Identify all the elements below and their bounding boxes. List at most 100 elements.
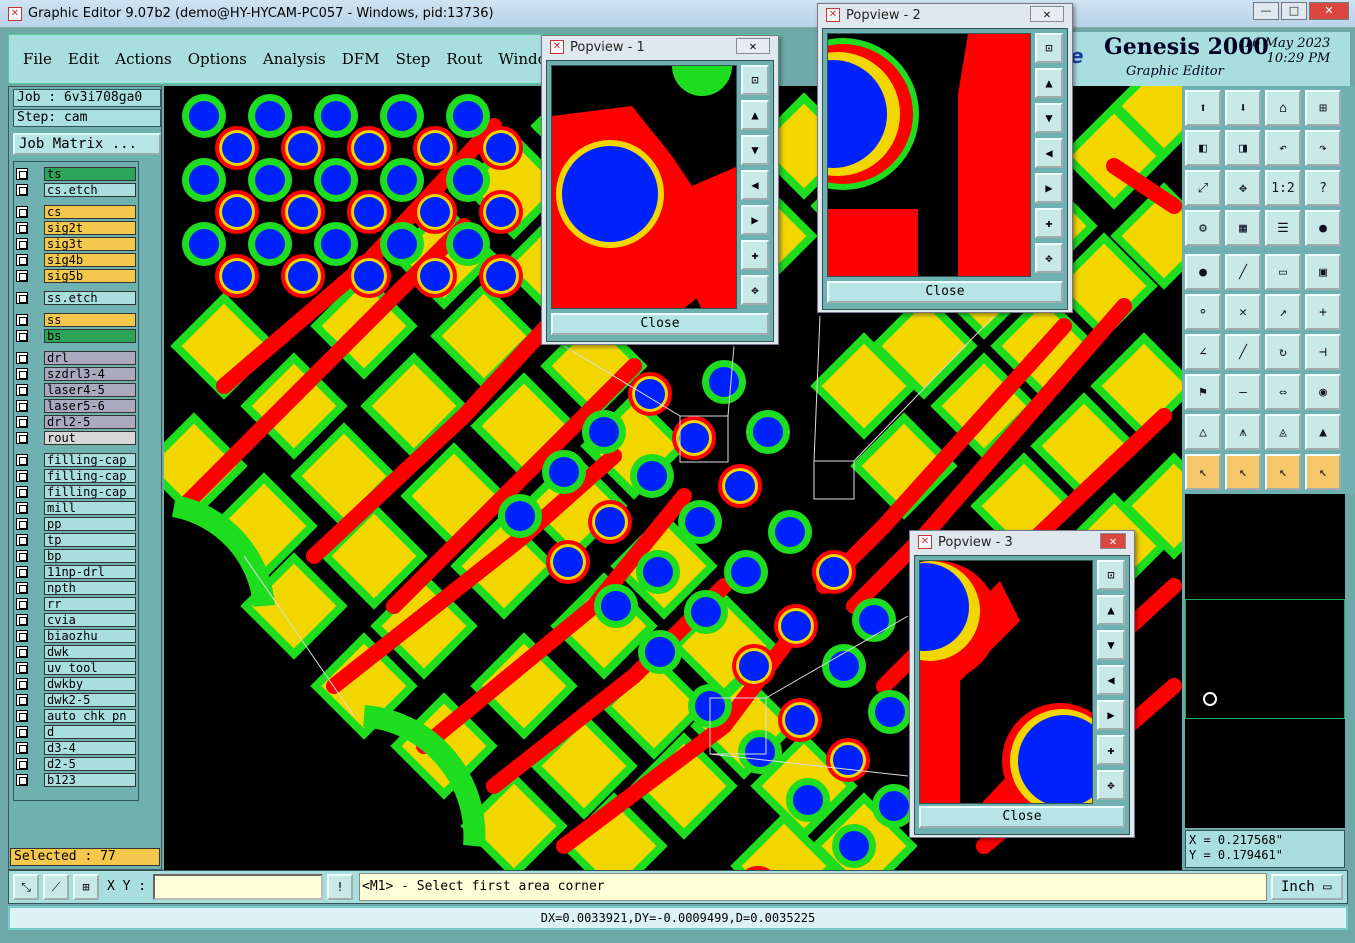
popview-3-view[interactable] bbox=[919, 560, 1093, 804]
layer-row[interactable]: laser4-5 bbox=[16, 382, 136, 397]
layer-checkbox[interactable] bbox=[16, 613, 28, 626]
pan-down-icon[interactable]: ▼ bbox=[1035, 103, 1063, 133]
close-button[interactable]: ✕ bbox=[1309, 2, 1349, 20]
layer-row[interactable]: d bbox=[16, 724, 136, 739]
pan-down-icon[interactable]: ▼ bbox=[741, 135, 769, 165]
layer-checkbox[interactable] bbox=[16, 725, 28, 738]
layer-row[interactable]: ss bbox=[16, 312, 136, 327]
popview-1-close-x[interactable]: ✕ bbox=[736, 38, 770, 54]
layer-checkbox[interactable] bbox=[16, 485, 28, 498]
layer-row[interactable]: sig5b bbox=[16, 268, 136, 283]
layer-checkbox[interactable] bbox=[16, 469, 28, 482]
pan-left-icon[interactable]: ◀ bbox=[1097, 665, 1125, 695]
layer-row[interactable]: d2-5 bbox=[16, 756, 136, 771]
menu-options[interactable]: Options bbox=[188, 50, 247, 68]
pan-right-icon[interactable]: ▶ bbox=[741, 205, 769, 235]
layer-row[interactable]: d3-4 bbox=[16, 740, 136, 755]
pointer-area-icon[interactable]: ↖ bbox=[1265, 454, 1301, 490]
home-icon[interactable]: ⌂ bbox=[1265, 90, 1301, 126]
zoom-home-icon[interactable]: ⊡ bbox=[1035, 33, 1063, 63]
measure-icon[interactable]: ◬ bbox=[1265, 414, 1301, 450]
ratio-icon[interactable]: 1:2 bbox=[1265, 170, 1301, 206]
pointer-icon[interactable]: ↖ bbox=[1185, 454, 1221, 490]
zoom-out-icon[interactable]: ✥ bbox=[1035, 243, 1063, 273]
layer-row[interactable]: b123 bbox=[16, 772, 136, 787]
wrench-icon[interactable]: ⚙ bbox=[1185, 210, 1221, 246]
layer-checkbox[interactable] bbox=[16, 533, 28, 546]
alert-icon[interactable]: ! bbox=[327, 874, 353, 900]
pan-up-icon[interactable]: ▲ bbox=[1035, 68, 1063, 98]
zoom-out-icon[interactable]: ✥ bbox=[1097, 770, 1125, 800]
popview-2-close-x[interactable]: ✕ bbox=[1030, 6, 1064, 22]
angle-icon[interactable]: ∠ bbox=[1185, 334, 1221, 370]
undo-zoom-icon[interactable]: ↶ bbox=[1265, 130, 1301, 166]
layer-checkbox[interactable] bbox=[16, 253, 28, 266]
layer-row[interactable]: rr bbox=[16, 596, 136, 611]
redo-zoom-icon[interactable]: ↷ bbox=[1305, 130, 1341, 166]
layer-row[interactable]: tp bbox=[16, 532, 136, 547]
layer-row[interactable]: bs bbox=[16, 328, 136, 343]
popview-2-view[interactable] bbox=[827, 33, 1031, 277]
maximize-button[interactable]: □ bbox=[1281, 2, 1307, 20]
popview-1-close-button[interactable]: Close bbox=[551, 313, 769, 335]
select-icon[interactable]: ⚑ bbox=[1185, 374, 1221, 410]
minimize-button[interactable]: — bbox=[1253, 2, 1279, 20]
grid-toggle-icon[interactable]: ▦ bbox=[1225, 210, 1261, 246]
layer-checkbox[interactable] bbox=[16, 741, 28, 754]
layer-row[interactable]: cs bbox=[16, 204, 136, 219]
layer-checkbox[interactable] bbox=[16, 597, 28, 610]
layer-checkbox[interactable] bbox=[16, 677, 28, 690]
arrow-icon[interactable]: ↗ bbox=[1265, 294, 1301, 330]
popview-2-close-button[interactable]: Close bbox=[827, 281, 1063, 303]
layer-row[interactable]: bp bbox=[16, 548, 136, 563]
pan-right-icon[interactable]: ◨ bbox=[1225, 130, 1261, 166]
menu-rout[interactable]: Rout bbox=[446, 50, 482, 68]
layer-checkbox[interactable] bbox=[16, 367, 28, 380]
zoom-in-icon[interactable]: ✚ bbox=[741, 240, 769, 270]
layer-row[interactable]: dwk bbox=[16, 644, 136, 659]
job-matrix-button[interactable]: Job Matrix ... bbox=[13, 133, 161, 155]
menu-analysis[interactable]: Analysis bbox=[263, 50, 326, 68]
layer-row[interactable]: dwkby bbox=[16, 676, 136, 691]
menu-dfm[interactable]: DFM bbox=[342, 50, 380, 68]
layer-checkbox[interactable] bbox=[16, 415, 28, 428]
layer-row[interactable]: uv_tool bbox=[16, 660, 136, 675]
layer-row[interactable]: mill bbox=[16, 500, 136, 515]
layer-checkbox[interactable] bbox=[16, 501, 28, 514]
xy-input[interactable] bbox=[153, 874, 323, 900]
popview-3-close-button[interactable]: Close bbox=[919, 806, 1125, 828]
step-icon[interactable]: ▲ bbox=[1305, 414, 1341, 450]
layer-row[interactable]: sig2t bbox=[16, 220, 136, 235]
zoom-in-icon[interactable]: ✚ bbox=[1035, 208, 1063, 238]
line-icon[interactable]: ╱ bbox=[1225, 254, 1261, 290]
pan-right-icon[interactable]: ▶ bbox=[1097, 700, 1125, 730]
pan-right-icon[interactable]: ▶ bbox=[1035, 173, 1063, 203]
layer-checkbox[interactable] bbox=[16, 329, 28, 342]
layer-row[interactable]: filling-cap bbox=[16, 468, 136, 483]
layer-row[interactable]: dwk2-5 bbox=[16, 692, 136, 707]
layer-checkbox[interactable] bbox=[16, 645, 28, 658]
layer-checkbox[interactable] bbox=[16, 549, 28, 562]
layer-row[interactable]: drl2-5 bbox=[16, 414, 136, 429]
layer-checkbox[interactable] bbox=[16, 383, 28, 396]
layer-checkbox[interactable] bbox=[16, 693, 28, 706]
ruler-icon[interactable]: ▭ bbox=[1265, 254, 1301, 290]
feature-icon[interactable]: ▣ bbox=[1305, 254, 1341, 290]
layer-row[interactable]: pp bbox=[16, 516, 136, 531]
layer-checkbox[interactable] bbox=[16, 399, 28, 412]
rotate-icon[interactable]: ↻ bbox=[1265, 334, 1301, 370]
layer-checkbox[interactable] bbox=[16, 291, 28, 304]
layer-row[interactable]: auto_chk_pn bbox=[16, 708, 136, 723]
record-icon[interactable]: ● bbox=[1305, 210, 1341, 246]
snap-icon[interactable]: ⤡ bbox=[13, 874, 39, 900]
layer-checkbox[interactable] bbox=[16, 351, 28, 364]
layer-row[interactable]: rout bbox=[16, 430, 136, 445]
menu-edit[interactable]: Edit bbox=[68, 50, 99, 68]
layer-row[interactable]: sig4b bbox=[16, 252, 136, 267]
pad-icon[interactable]: ● bbox=[1185, 254, 1221, 290]
layer-row[interactable]: szdrl3-4 bbox=[16, 366, 136, 381]
pan-left-icon[interactable]: ◧ bbox=[1185, 130, 1221, 166]
zoom-area-icon[interactable]: ✥ bbox=[1225, 170, 1261, 206]
slash-icon[interactable]: ╱ bbox=[1225, 334, 1261, 370]
layer-row[interactable]: filling-cap bbox=[16, 452, 136, 467]
